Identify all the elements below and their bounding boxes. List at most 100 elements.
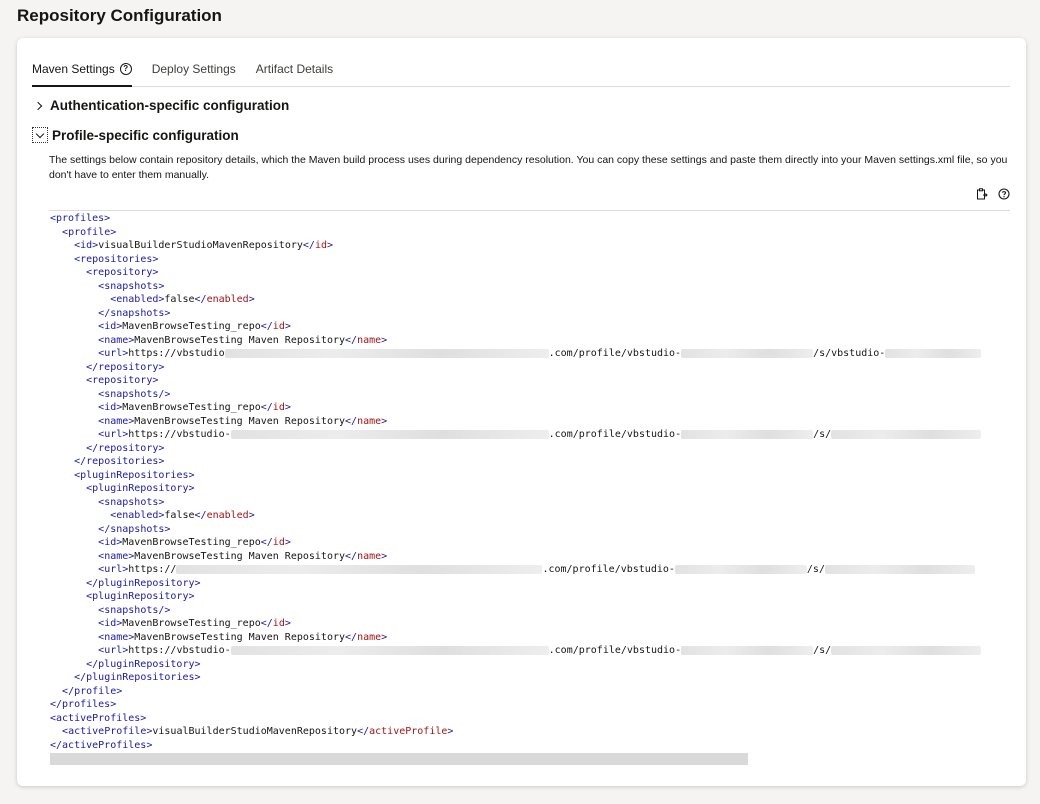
- code-line: <pluginRepositories>: [50, 469, 1010, 483]
- code-token: <id>: [98, 618, 123, 629]
- code-line: </repository>: [50, 442, 1010, 456]
- profile-section-header[interactable]: Profile-specific configuration: [32, 127, 239, 143]
- code-token: >: [381, 631, 388, 643]
- code-line: <id>MavenBrowseTesting_repo</id>: [50, 617, 1010, 631]
- code-line: </snapshots>: [50, 307, 1010, 321]
- code-token: </: [194, 510, 207, 521]
- code-token: <enabled>: [110, 510, 165, 521]
- code-line: <activeProfiles>: [50, 712, 1010, 726]
- code-token: name: [357, 631, 382, 643]
- code-token: enabled: [206, 294, 249, 305]
- code-token: >: [284, 321, 291, 332]
- code-text: MavenBrowseTesting Maven Repository: [134, 631, 346, 643]
- redacted-text: [674, 564, 807, 574]
- code-text: /s/: [813, 645, 832, 656]
- code-line: <id>MavenBrowseTesting_repo</id>: [50, 401, 1010, 415]
- code-token: <url>: [98, 429, 129, 440]
- code-text: https://: [128, 564, 177, 575]
- chevron-right-icon: [32, 99, 46, 113]
- code-text: MavenBrowseTesting_repo: [122, 321, 261, 332]
- code-token: <enabled>: [110, 294, 165, 305]
- code-line: </pluginRepositories>: [50, 671, 1010, 685]
- settings-xml-code-block[interactable]: <profiles> <profile> <id>visualBuilderSt…: [50, 212, 1010, 752]
- code-token: <activeProfile>: [62, 726, 153, 737]
- code-token: <url>: [98, 348, 129, 359]
- code-text: .com/profile/vbstudio-: [548, 645, 682, 656]
- code-text: .com/profile/vbstudio-: [542, 564, 675, 575]
- code-line: <repository>: [50, 374, 1010, 388]
- code-token: </: [260, 321, 273, 332]
- code-token: </repository>: [86, 442, 165, 454]
- code-text: MavenBrowseTesting_repo: [122, 537, 261, 548]
- code-token: <snapshots>: [98, 496, 165, 508]
- tab-maven-settings[interactable]: Maven Settings ?: [32, 60, 132, 87]
- code-text: MavenBrowseTesting_repo: [122, 402, 261, 413]
- help-icon[interactable]: ?: [119, 63, 132, 75]
- auth-section-header[interactable]: Authentication-specific configuration: [32, 98, 289, 113]
- code-line: <url>https://vbstudio .com/profile/vbstud…: [50, 347, 1010, 361]
- redacted-text: [824, 564, 975, 574]
- code-token: <url>: [98, 645, 129, 656]
- code-text: visualBuilderStudioMavenRepository: [152, 726, 358, 737]
- tab-label: Deploy Settings: [151, 62, 236, 76]
- copy-to-clipboard-icon[interactable]: [976, 188, 988, 200]
- code-token: activeProfile: [369, 726, 448, 737]
- code-line: </profile>: [50, 685, 1010, 699]
- code-token: </: [345, 334, 358, 346]
- help-icon[interactable]: [998, 188, 1010, 200]
- horizontal-scrollbar[interactable]: [50, 753, 748, 765]
- code-text: https://vbstudio: [128, 348, 225, 359]
- code-line: <id>MavenBrowseTesting_repo</id>: [50, 320, 1010, 334]
- tab-bar: Maven Settings ? Deploy Settings Artifac…: [32, 60, 1010, 87]
- code-token: >: [248, 510, 255, 521]
- code-token: <name>: [98, 631, 135, 643]
- redacted-text: [681, 348, 814, 358]
- redacted-text: [681, 645, 814, 655]
- repository-config-card: Maven Settings ? Deploy Settings Artifac…: [17, 38, 1026, 786]
- code-token: <url>: [98, 564, 129, 575]
- code-line: <snapshots/>: [50, 388, 1010, 402]
- code-token: </: [302, 240, 315, 251]
- tab-artifact-details[interactable]: Artifact Details: [256, 60, 333, 86]
- chevron-down-icon: [32, 127, 48, 143]
- code-token: <repository>: [86, 267, 159, 278]
- tab-label: Maven Settings: [32, 62, 115, 76]
- section-title: Profile-specific configuration: [52, 127, 239, 143]
- redacted-text: [831, 645, 982, 655]
- code-token: </snapshots>: [98, 523, 171, 535]
- code-line: </repository>: [50, 361, 1010, 375]
- code-token: <repository>: [86, 375, 159, 386]
- tab-deploy-settings[interactable]: Deploy Settings: [152, 60, 236, 86]
- code-text: MavenBrowseTesting Maven Repository: [134, 334, 346, 346]
- code-toolbar: [976, 188, 1010, 200]
- code-token: </: [357, 726, 370, 737]
- code-token: name: [357, 415, 382, 427]
- code-token: </: [260, 402, 273, 413]
- code-token: <snapshots/>: [98, 604, 171, 616]
- code-token: </profile>: [62, 685, 123, 697]
- code-token: id: [272, 321, 285, 332]
- code-text: .com/profile/vbstudio-: [548, 429, 682, 440]
- code-line: <name>MavenBrowseTesting Maven Repositor…: [50, 550, 1010, 564]
- code-token: </pluginRepository>: [86, 577, 201, 589]
- code-line: <name>MavenBrowseTesting Maven Repositor…: [50, 415, 1010, 429]
- code-text: MavenBrowseTesting Maven Repository: [134, 415, 346, 427]
- code-token: </repositories>: [74, 456, 165, 467]
- code-line: <id>MavenBrowseTesting_repo</id>: [50, 536, 1010, 550]
